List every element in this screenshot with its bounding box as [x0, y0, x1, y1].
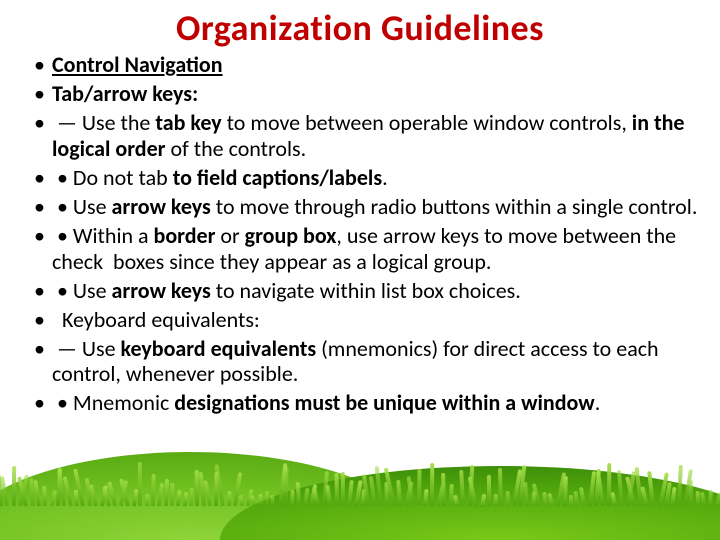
- grass-hill-back: [0, 452, 420, 540]
- bullet-item: — Use keyboard equivalents (mnemonics) f…: [34, 336, 702, 391]
- bullet-item: • Mnemonic designations must be unique w…: [34, 390, 702, 419]
- slide-title: Organization Guidelines: [0, 0, 720, 52]
- grass-blades: [0, 456, 720, 506]
- bullet-item: Control Navigation: [34, 52, 702, 81]
- slide: Organization Guidelines Control Navigati…: [0, 0, 720, 540]
- bullet-item: • Within a border or group box, use arro…: [34, 223, 702, 278]
- bullet-item: • Use arrow keys to navigate within list…: [34, 278, 702, 307]
- bullet-item: • Use arrow keys to move through radio b…: [34, 194, 702, 223]
- grass-footer: [0, 444, 720, 540]
- grass-hill-front: [220, 466, 720, 540]
- bullet-list: Control NavigationTab/arrow keys: — Use …: [0, 52, 720, 419]
- bullet-item: — Use the tab key to move between operab…: [34, 110, 702, 165]
- bullet-item: Keyboard equivalents:: [34, 307, 702, 336]
- bullet-item: Tab/arrow keys:: [34, 81, 702, 110]
- bullet-item: • Do not tab to field captions/labels.: [34, 165, 702, 194]
